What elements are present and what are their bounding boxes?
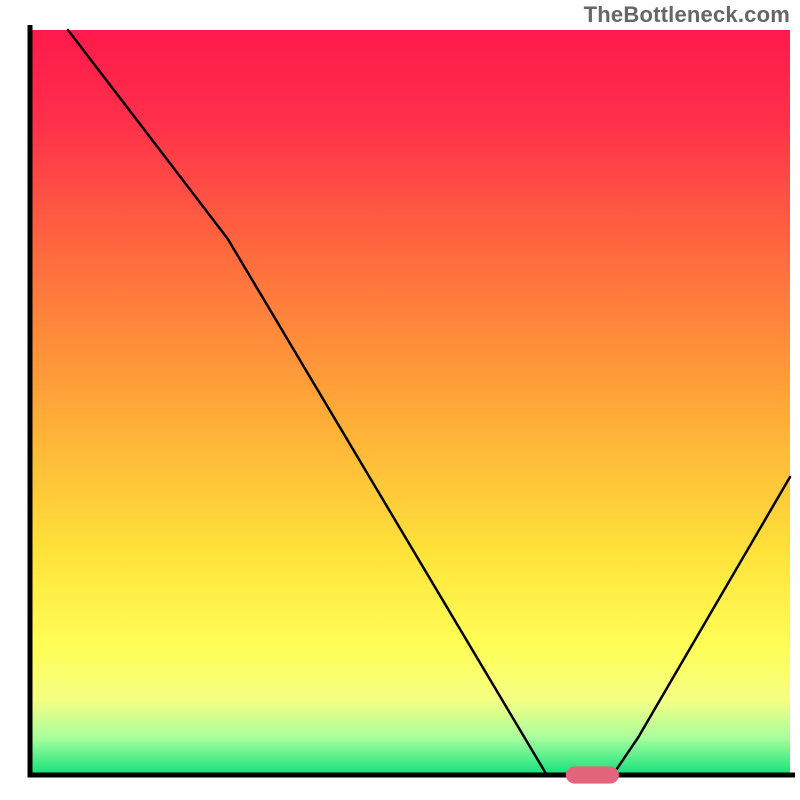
plot-background — [30, 30, 790, 775]
chart-container: TheBottleneck.com — [0, 0, 800, 800]
optimal-marker — [566, 766, 619, 783]
bottleneck-chart — [0, 0, 800, 800]
watermark-text: TheBottleneck.com — [584, 2, 790, 28]
